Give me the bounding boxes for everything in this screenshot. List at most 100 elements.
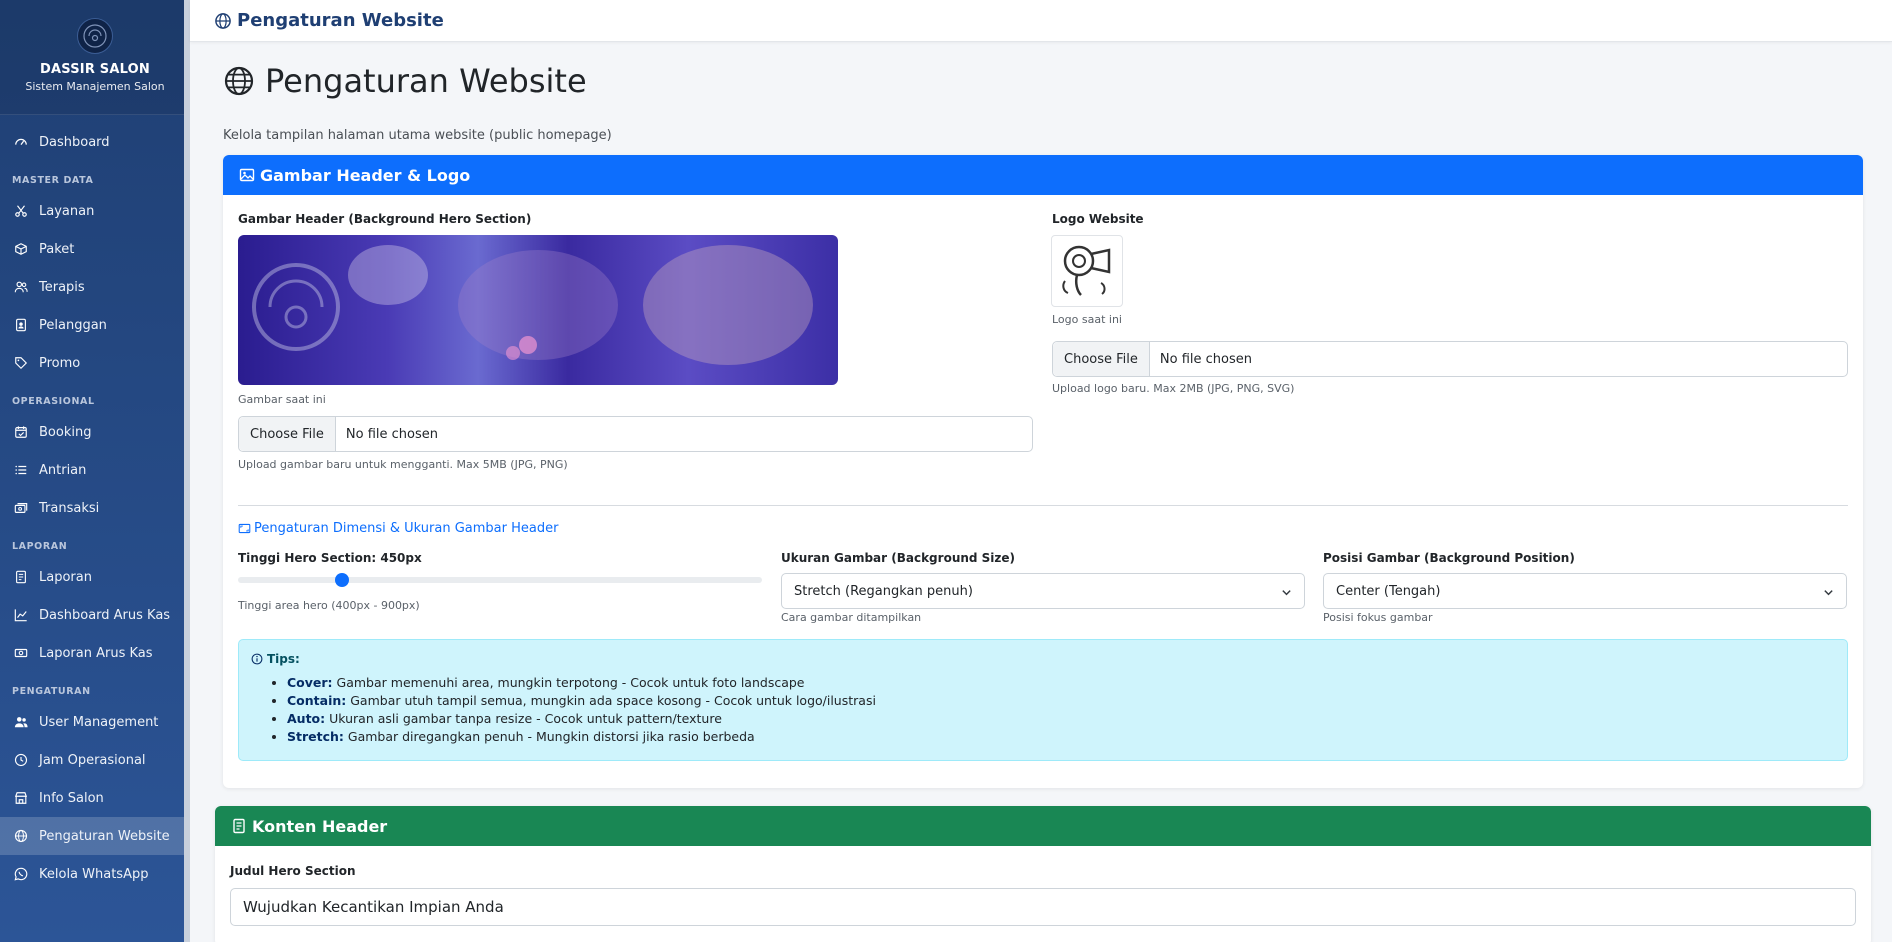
brand-subtitle: Sistem Manajemen Salon — [25, 80, 165, 93]
sidebar-item-label: Jam Operasional — [39, 752, 146, 768]
hero-height-slider[interactable] — [238, 573, 762, 587]
sidebar-item-terapis[interactable]: Terapis — [0, 268, 190, 306]
hero-title-label: Judul Hero Section — [230, 864, 356, 878]
sidebar-item-label: Kelola WhatsApp — [39, 866, 149, 882]
sidebar-item-paket[interactable]: Paket — [0, 230, 190, 268]
tip-item: Cover: Gambar memenuhi area, mungkin ter… — [287, 674, 1835, 692]
topbar: Pengaturan Website — [190, 0, 1892, 42]
card-header: Konten Header — [215, 806, 1871, 846]
hero-upload-help: Upload gambar baru untuk mengganti. Max … — [238, 458, 568, 471]
hero-title-input[interactable]: Wujudkan Kecantikan Impian Anda — [230, 888, 1856, 926]
people-icon — [14, 281, 28, 293]
tip-key: Contain: — [287, 693, 347, 708]
main-content: Pengaturan Website Kelola tampilan halam… — [223, 42, 1873, 143]
brand: DASSIR SALON Sistem Manajemen Salon — [0, 0, 190, 115]
globe-icon — [215, 12, 231, 29]
sidebar-item-laporan[interactable]: Laporan — [0, 558, 190, 596]
sidebar-item-booking[interactable]: Booking — [0, 413, 190, 451]
brand-name: DASSIR SALON — [40, 62, 150, 77]
sidebar-item-label: Booking — [39, 424, 92, 440]
hero-file-input[interactable]: Choose File No file chosen — [238, 416, 1033, 452]
bg-position-help: Posisi fokus gambar — [1323, 611, 1433, 624]
bg-position-select[interactable]: Center (Tengah) — [1323, 573, 1847, 609]
sidebar-item-label: Transaksi — [39, 500, 100, 516]
logo-choose-file-button[interactable]: Choose File — [1053, 342, 1150, 376]
tips-list: Cover: Gambar memenuhi area, mungkin ter… — [251, 674, 1835, 746]
sidebar-item-label: Dashboard Arus Kas — [39, 607, 171, 623]
tips-title: Tips: — [267, 652, 300, 666]
section-divider — [238, 505, 1848, 506]
bg-position-label: Posisi Gambar (Background Position) — [1323, 551, 1575, 565]
tip-key: Auto: — [287, 711, 326, 726]
logo-file-status: No file chosen — [1159, 351, 1252, 367]
hero-image-label: Gambar Header (Background Hero Section) — [238, 212, 532, 226]
sidebar-item-user-management[interactable]: User Management — [0, 703, 190, 741]
dimension-settings-title: Pengaturan Dimensi & Ukuran Gambar Heade… — [254, 521, 559, 536]
sidebar-item-pengaturan-website[interactable]: Pengaturan Website — [0, 817, 190, 855]
hero-image-preview — [238, 235, 838, 385]
chevron-down-icon — [1282, 590, 1291, 596]
bg-size-select[interactable]: Stretch (Regangkan penuh) — [781, 573, 1305, 609]
calendar-check-icon — [15, 426, 27, 438]
sidebar-item-label: Antrian — [39, 462, 87, 478]
scissors-icon — [15, 205, 27, 217]
whatsapp-icon — [14, 867, 28, 881]
sidebar-section-title: MASTER DATA — [12, 175, 94, 186]
sidebar-item-promo[interactable]: Promo — [0, 344, 190, 382]
sidebar-scrollbar[interactable] — [184, 0, 190, 942]
sidebar-item-label: Info Salon — [39, 790, 104, 806]
sidebar-item-pelanggan[interactable]: Pelanggan — [0, 306, 190, 344]
globe-icon — [224, 66, 254, 96]
sidebar-item-info-salon[interactable]: Info Salon — [0, 779, 190, 817]
tip-text: Gambar diregangkan penuh - Mungkin disto… — [343, 729, 755, 744]
sidebar-item-dashboard-arus-kas[interactable]: Dashboard Arus Kas — [0, 596, 190, 634]
sidebar-item-jam-operasional[interactable]: Jam Operasional — [0, 741, 190, 779]
card-header: Gambar Header & Logo — [223, 155, 1863, 195]
logo-caption: Logo saat ini — [1052, 313, 1122, 326]
sidebar-item-laporan-arus-kas[interactable]: Laporan Arus Kas — [0, 634, 190, 672]
card-title: Gambar Header & Logo — [260, 165, 471, 185]
sidebar-item-label: Paket — [39, 241, 75, 257]
slider-thumb[interactable] — [335, 573, 349, 587]
sidebar-section-title: OPERASIONAL — [12, 396, 95, 407]
topbar-title: Pengaturan Website — [237, 10, 444, 31]
tag-icon — [15, 357, 28, 370]
tip-key: Stretch: — [287, 729, 344, 744]
tip-text: Gambar memenuhi area, mungkin terpotong … — [332, 675, 805, 690]
hero-image-caption: Gambar saat ini — [238, 393, 326, 406]
person-badge-icon — [16, 318, 26, 332]
sidebar-item-label: Dashboard — [39, 134, 110, 150]
content-header-card: Konten Header Judul Hero Section Wujudka… — [215, 806, 1871, 942]
page-subtitle: Kelola tampilan halaman utama website (p… — [223, 128, 612, 143]
aspect-ratio-icon — [238, 523, 251, 534]
sidebar-item-label: User Management — [39, 714, 159, 730]
sidebar-item-antrian[interactable]: Antrian — [0, 451, 190, 489]
sidebar-item-label: Promo — [39, 355, 81, 371]
hero-title-value: Wujudkan Kecantikan Impian Anda — [243, 898, 504, 916]
tip-key: Cover: — [287, 675, 333, 690]
chevron-down-icon — [1824, 590, 1833, 596]
hero-choose-file-button[interactable]: Choose File — [239, 417, 336, 451]
list-icon — [15, 465, 27, 475]
file-richtext-icon — [233, 818, 245, 834]
sidebar-item-kelola-whatsapp[interactable]: Kelola WhatsApp — [0, 855, 190, 893]
sidebar-item-transaksi[interactable]: Transaksi — [0, 489, 190, 527]
tip-item: Contain: Gambar utuh tampil semua, mungk… — [287, 692, 1835, 710]
hero-image-art — [252, 245, 813, 365]
shop-icon — [14, 792, 28, 804]
header-logo-card: Gambar Header & Logo Gambar Header (Back… — [223, 155, 1863, 788]
page-heading: Pengaturan Website — [223, 62, 1873, 100]
clock-icon — [14, 753, 28, 767]
logo-file-input[interactable]: Choose File No file chosen — [1052, 341, 1848, 377]
speedometer-icon — [15, 138, 27, 145]
dimension-settings-heading: Pengaturan Dimensi & Ukuran Gambar Heade… — [238, 521, 558, 536]
hair-dryer-icon — [1062, 245, 1111, 296]
tips-heading: Tips: — [251, 652, 1835, 666]
cash-stack-icon — [14, 503, 28, 513]
image-icon — [239, 168, 255, 182]
globe-icon — [14, 829, 28, 843]
sidebar-item-dashboard[interactable]: Dashboard — [0, 123, 190, 161]
tip-item: Stretch: Gambar diregangkan penuh - Mung… — [287, 728, 1835, 746]
sidebar-item-layanan[interactable]: Layanan — [0, 192, 190, 230]
sidebar-section-title: PENGATURAN — [12, 686, 91, 697]
